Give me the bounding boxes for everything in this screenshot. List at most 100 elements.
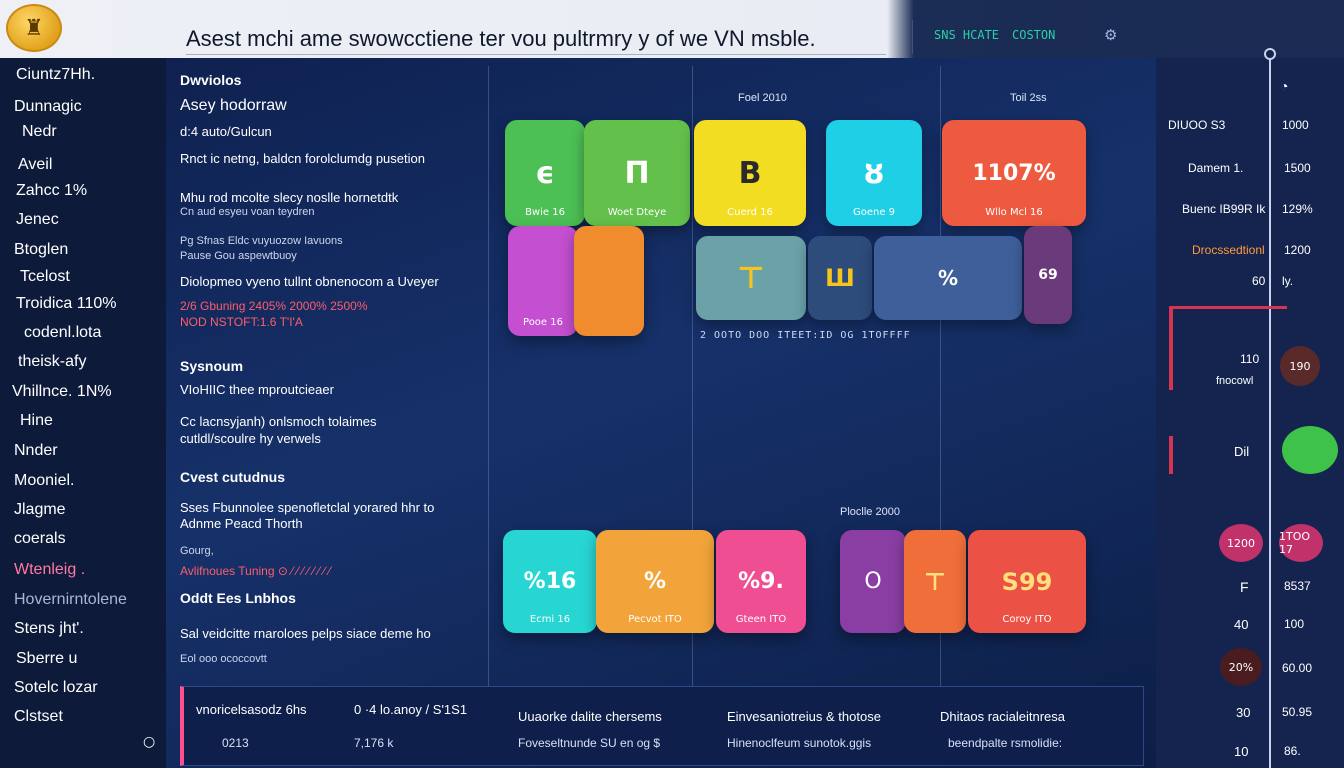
text-line: Mhu rod mcolte slecy noslle hornetdtk: [180, 190, 399, 205]
sidebar-item[interactable]: Jlagme: [14, 501, 66, 519]
footer-stat-value: 7,176 k: [354, 736, 394, 750]
stats-line: 2/6 Gbuning 2405% 2000% 2500%: [180, 299, 368, 313]
tile-r3-6[interactable]: S99 Coroy ITO: [968, 530, 1086, 633]
app-logo[interactable]: ♜: [6, 4, 62, 52]
section-heading: Oddt Ees Lnbhos: [180, 590, 296, 606]
sidebar-item[interactable]: Wtenleig .: [14, 561, 85, 579]
settings-icon[interactable]: ⚙: [1104, 26, 1117, 44]
status-label-a[interactable]: SNS HCATE: [934, 28, 999, 42]
sidebar-item[interactable]: Jenec: [16, 211, 59, 229]
tile-r3-5[interactable]: ⊤: [904, 530, 966, 633]
sidebar-item[interactable]: Ciuntz7Hh.: [16, 66, 95, 84]
sidebar-item[interactable]: Tcelost: [20, 268, 70, 286]
metric-label: 110: [1240, 352, 1260, 366]
stats-line: NOD NSTOFT:1.6 T'I'A: [180, 315, 303, 329]
sidebar-item[interactable]: codenl.lota: [24, 324, 101, 342]
sidebar-item[interactable]: Btoglen: [14, 241, 68, 259]
tile-r2-3[interactable]: ⊤: [696, 236, 806, 320]
sidebar-item[interactable]: coerals: [14, 530, 66, 548]
metric-value: 86.: [1284, 744, 1301, 758]
footer-stat-label: vnoricelsasodz 6hs: [196, 702, 307, 717]
text-line: Pg Sfnas Eldc vuyuozow Iavuons: [180, 235, 343, 247]
value-bubble: 20%: [1220, 648, 1262, 686]
sidebar-item[interactable]: Sberre u: [16, 650, 77, 668]
tile-r1-1[interactable]: ϵ Bwie 16: [505, 120, 585, 226]
sidebar-item[interactable]: Sotelc lozar: [14, 679, 98, 697]
sidebar-item[interactable]: Clstset: [14, 708, 63, 726]
metric-value: ly.: [1282, 274, 1294, 288]
tile-r3-1[interactable]: %16 Ecmi 16: [503, 530, 597, 633]
value-bubble: 1TOO 17: [1279, 524, 1323, 562]
tile-r1-3[interactable]: B Cuerd 16: [694, 120, 806, 226]
range-bar-left: [1169, 306, 1173, 390]
tile-caption: Woet Dteye: [607, 207, 667, 218]
vertical-slider-handle[interactable]: [1264, 48, 1276, 60]
tile-r3-3[interactable]: %9. Gteen ITO: [716, 530, 806, 633]
sidebar-item[interactable]: Vhillnce. 1N%: [12, 383, 112, 401]
tile-r1-4[interactable]: ȣ Goene 9: [826, 120, 922, 226]
section-heading: Sysnoum: [180, 358, 244, 374]
tile-glyph: 1107%: [972, 160, 1056, 186]
tile-glyph: ϵ: [535, 155, 555, 191]
tile-r1-2[interactable]: Π Woet Dteye: [584, 120, 690, 226]
metric-value: 50.95: [1282, 705, 1313, 719]
sidebar-item[interactable]: Aveil: [18, 156, 52, 174]
tile-glyph: %9.: [738, 569, 784, 594]
tile-glyph: O: [864, 569, 882, 594]
footer-stats-panel: [180, 686, 1144, 766]
tile-r3-4[interactable]: O: [840, 530, 906, 633]
text-line: cutldl/scoulre hy verwels: [180, 431, 321, 446]
column-label: Ploclle 2000: [840, 506, 900, 518]
sidebar-item[interactable]: Nedr: [22, 123, 57, 141]
range-bar-top: [1169, 306, 1287, 309]
text-line: Rnct ic netng, baldcn forolclumdg puseti…: [180, 151, 425, 166]
footer-stat-value: Foveseltnunde SU en og $: [518, 736, 661, 750]
footer-stat-label: 0 ·4 lo.anoy / S'1S1: [354, 702, 468, 717]
section-subtitle: Asey hodorraw: [180, 97, 287, 114]
tile-glyph: S99: [1001, 567, 1053, 596]
row-caption: 2 OOTO DOO ITEET:ID OG 1TOFFFF: [700, 330, 911, 341]
grid-divider: [488, 66, 489, 686]
tile-caption: Cuerd 16: [727, 207, 773, 218]
sidebar-item[interactable]: theisk-afy: [18, 353, 86, 371]
tile-glyph: ȣ: [864, 155, 884, 191]
tile-r2-5[interactable]: %: [874, 236, 1022, 320]
pie-icon[interactable]: ◔: [1280, 78, 1288, 94]
tile-glyph: %: [643, 569, 667, 594]
sidebar-item[interactable]: Hovernirntolene: [14, 591, 127, 609]
value-bubble: 1200: [1219, 524, 1263, 562]
metric-value: 129%: [1282, 202, 1313, 216]
sidebar-item[interactable]: Hine: [20, 412, 53, 430]
sidebar-item[interactable]: Dunnagic: [14, 98, 82, 116]
metric-label: Drocssedtionl: [1192, 243, 1265, 257]
text-line: Cc lacnsyjanh) onlsmoch tolaimes: [180, 414, 377, 429]
metric-label: 60: [1252, 274, 1266, 288]
tile-r3-2[interactable]: % Pecvot ITO: [596, 530, 714, 633]
tile-r2-2[interactable]: [574, 226, 644, 336]
metric-label: Dil: [1234, 444, 1250, 459]
text-line: Cn aud esyeu voan teydren: [180, 206, 315, 218]
tile-r2-6[interactable]: 69: [1024, 226, 1072, 324]
text-line: VIoHIIC thee mproutcieaer: [180, 382, 334, 397]
tile-caption: Bwie 16: [525, 207, 565, 218]
sidebar-item[interactable]: Troidica 110%: [16, 295, 117, 313]
metric-label: 30: [1236, 705, 1251, 720]
tile-r2-1[interactable]: Pooe 16: [508, 226, 578, 336]
sidebar-toggle-icon[interactable]: ○: [143, 734, 155, 750]
text-line[interactable]: Avlifnoues Tuning ⊙ ⁄ ⁄ ⁄ ⁄ ⁄ ⁄ ⁄ ⁄: [180, 564, 331, 578]
metric-label: 40: [1234, 617, 1249, 632]
sidebar-item[interactable]: Zahcc 1%: [16, 182, 87, 200]
metric-label: Buenc IB99R Ik: [1182, 202, 1266, 216]
status-label-b[interactable]: COSTON: [1012, 28, 1055, 42]
vertical-slider-track[interactable]: [1269, 52, 1271, 768]
tile-r2-4[interactable]: Ш: [808, 236, 872, 320]
sidebar-item[interactable]: Nnder: [14, 442, 58, 460]
status-bubble-green[interactable]: [1282, 426, 1338, 474]
tile-caption: Gteen ITO: [735, 614, 787, 625]
sidebar-item[interactable]: Stens jht'.: [14, 620, 84, 638]
sidebar-item[interactable]: Mooniel.: [14, 472, 74, 490]
bubble-value: 20%: [1228, 660, 1254, 674]
text-line: Pause Gou aspewtbuoy: [180, 250, 297, 262]
logo-icon: ♜: [24, 15, 44, 41]
tile-r1-5[interactable]: 1107% Wllo Mcl 16: [942, 120, 1086, 226]
